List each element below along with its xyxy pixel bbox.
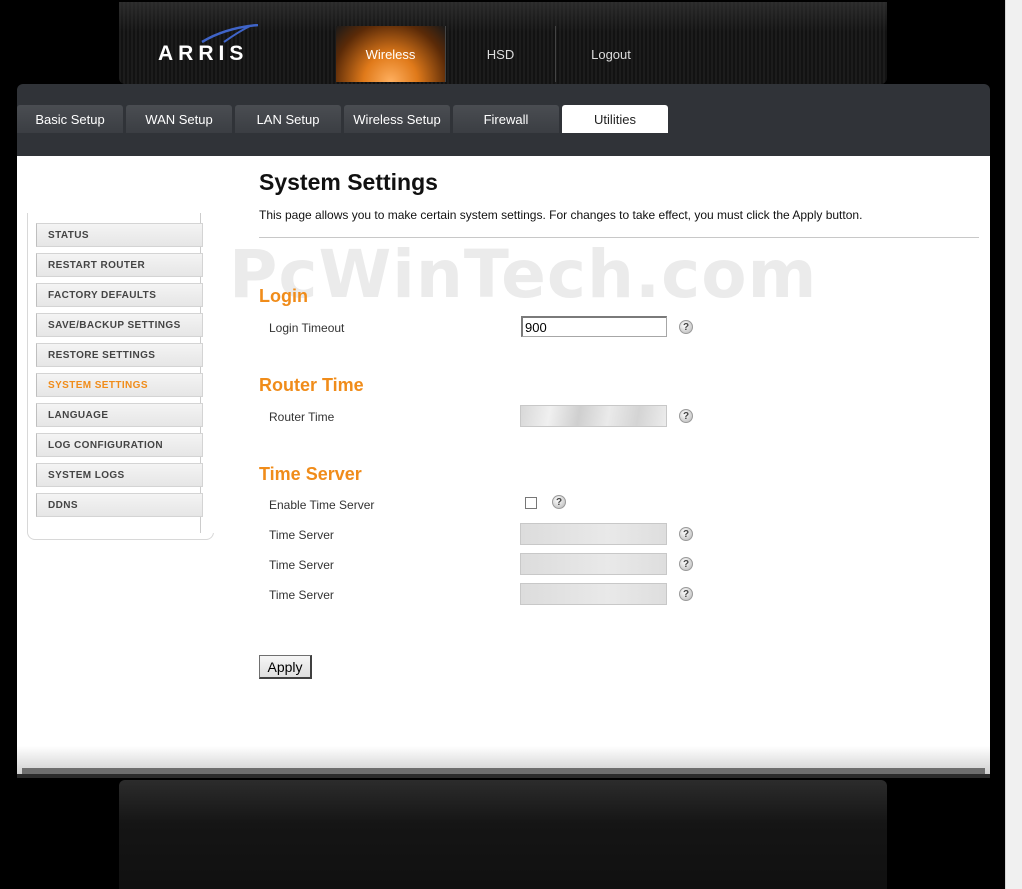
login-timeout-input[interactable] (521, 316, 667, 337)
login-timeout-label: Login Timeout (269, 321, 345, 335)
tab-lan-setup[interactable]: LAN Setup (235, 105, 341, 133)
sidebar-item-restart-router[interactable]: RESTART ROUTER (36, 253, 203, 277)
time-server-2-help-icon[interactable]: ? (679, 557, 693, 571)
router-time-label: Router Time (269, 410, 335, 424)
top-nav: Wireless HSD Logout (336, 26, 666, 82)
enable-time-server-label: Enable Time Server (269, 498, 375, 512)
time-server-2-input[interactable] (520, 553, 667, 575)
apply-button[interactable]: Apply (259, 655, 312, 679)
sidebar-item-restore-settings[interactable]: RESTORE SETTINGS (36, 343, 203, 367)
footer-bar (119, 780, 887, 889)
section-time-server-heading: Time Server (259, 464, 362, 484)
sidebar-item-log-configuration[interactable]: LOG CONFIGURATION (36, 433, 203, 457)
section-router-time-heading: Router Time (259, 375, 364, 395)
sidebar-item-system-settings[interactable]: SYSTEM SETTINGS (36, 373, 203, 397)
time-server-1-input[interactable] (520, 523, 667, 545)
sidebar-item-status[interactable]: STATUS (36, 223, 203, 247)
page-description: This page allows you to make certain sys… (259, 208, 863, 222)
time-server-1-label: Time Server (269, 528, 334, 542)
tab-basic-setup[interactable]: Basic Setup (17, 105, 123, 133)
time-server-3-help-icon[interactable]: ? (679, 587, 693, 601)
arris-logo: ARRIS (158, 24, 268, 65)
time-server-3-input[interactable] (520, 583, 667, 605)
section-login-heading: Login (259, 286, 308, 306)
sidebar-item-system-logs[interactable]: SYSTEM LOGS (36, 463, 203, 487)
sidebar-item-save-backup-settings[interactable]: SAVE/BACKUP SETTINGS (36, 313, 203, 337)
login-timeout-help-icon[interactable]: ? (679, 320, 693, 334)
enable-time-server-checkbox[interactable] (525, 497, 537, 509)
top-nav-hsd[interactable]: HSD (446, 26, 556, 82)
tab-utilities[interactable]: Utilities (562, 105, 668, 133)
browser-scrollbar[interactable] (1005, 0, 1022, 889)
logo-text: ARRIS (158, 42, 249, 65)
time-server-1-help-icon[interactable]: ? (679, 527, 693, 541)
time-server-3-label: Time Server (269, 588, 334, 602)
top-nav-logout[interactable]: Logout (556, 26, 666, 82)
sidebar-item-ddns[interactable]: DDNS (36, 493, 203, 517)
page-title: System Settings (259, 169, 438, 195)
top-nav-wireless[interactable]: Wireless (336, 26, 446, 82)
time-server-2-label: Time Server (269, 558, 334, 572)
watermark-text: PcWinTech.com (229, 236, 818, 313)
tab-firewall[interactable]: Firewall (453, 105, 559, 133)
router-time-help-icon[interactable]: ? (679, 409, 693, 423)
tab-wireless-setup[interactable]: Wireless Setup (344, 105, 450, 133)
tab-wan-setup[interactable]: WAN Setup (126, 105, 232, 133)
sidebar-item-factory-defaults[interactable]: FACTORY DEFAULTS (36, 283, 203, 307)
sidebar-item-language[interactable]: LANGUAGE (36, 403, 203, 427)
divider (259, 237, 979, 238)
tab-bar: Basic Setup WAN Setup LAN Setup Wireless… (17, 105, 671, 133)
logo-swoosh-icon (201, 24, 259, 44)
router-time-field (520, 405, 667, 427)
enable-time-server-help-icon[interactable]: ? (552, 495, 566, 509)
panel-bottom-bar (17, 746, 990, 778)
